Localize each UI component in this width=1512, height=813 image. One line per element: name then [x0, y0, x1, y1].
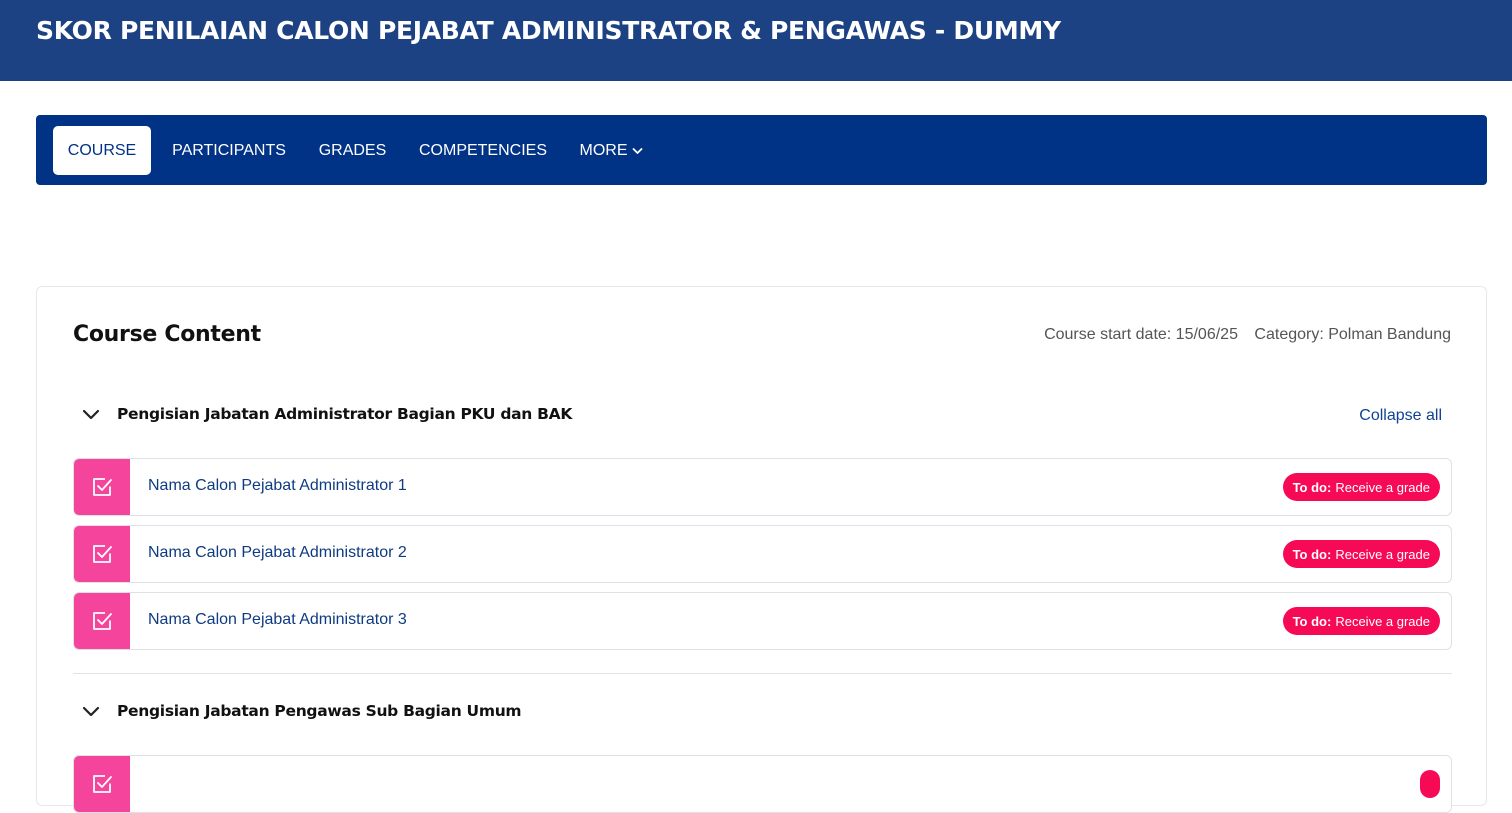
todo-label: To do: — [1292, 546, 1332, 562]
tab-more-label: MORE — [579, 141, 628, 159]
tab-course-label: COURSE — [67, 141, 137, 159]
checkbox-assignment-icon — [74, 756, 130, 812]
activity-row[interactable]: Nama Calon Pejabat Administrator 3 To do… — [73, 592, 1452, 650]
tab-course[interactable]: COURSE — [53, 126, 151, 175]
activity-link[interactable]: Nama Calon Pejabat Administrator 1 — [148, 477, 407, 495]
course-category: Category: Polman Bandung — [1254, 326, 1451, 343]
todo-text: Receive a grade — [1335, 546, 1430, 562]
todo-badge: To do: Receive a grade — [1282, 540, 1440, 568]
tab-grades[interactable]: GRADES — [310, 126, 395, 175]
chevron-down-icon — [82, 704, 100, 722]
checkbox-assignment-icon — [74, 593, 130, 649]
course-content-card: Course Content Course start date: 15/06/… — [36, 286, 1487, 813]
activity-link[interactable]: Nama Calon Pejabat Administrator 3 — [148, 611, 407, 629]
section-divider — [73, 673, 1452, 674]
section-1-toggle[interactable] — [81, 406, 101, 426]
section-2-toggle[interactable] — [81, 703, 101, 723]
tab-competencies-label: COMPETENCIES — [418, 141, 547, 159]
todo-label: To do: — [1292, 613, 1332, 629]
section-2-title[interactable]: Pengisian Jabatan Pengawas Sub Bagian Um… — [117, 702, 522, 720]
activity-row[interactable]: Nama Calon Pejabat Administrator 2 To do… — [73, 525, 1452, 583]
course-nav: COURSE PARTICIPANTS GRADES COMPETENCIES … — [36, 115, 1487, 185]
collapse-all-link[interactable]: Collapse all — [1359, 407, 1442, 425]
todo-text: Receive a grade — [1335, 613, 1430, 629]
page-header: SKOR PENILAIAN CALON PEJABAT ADMINISTRAT… — [0, 0, 1512, 81]
chevron-down-icon — [82, 407, 100, 425]
course-content-title: Course Content — [73, 322, 261, 347]
course-start-date: Course start date: 15/06/25 — [1044, 326, 1238, 343]
tab-more[interactable]: MORE — [574, 126, 648, 175]
chevron-down-icon — [632, 147, 643, 155]
tab-participants-label: PARTICIPANTS — [172, 141, 286, 159]
activity-row[interactable] — [73, 755, 1452, 813]
tab-participants[interactable]: PARTICIPANTS — [164, 126, 294, 175]
section-1-title[interactable]: Pengisian Jabatan Administrator Bagian P… — [117, 405, 572, 423]
todo-label: To do: — [1292, 479, 1332, 495]
todo-badge: To do: Receive a grade — [1282, 473, 1440, 501]
todo-badge: To do: Receive a grade — [1282, 607, 1440, 635]
course-meta: Course start date: 15/06/25 Category: Po… — [1044, 326, 1451, 344]
tab-grades-label: GRADES — [318, 141, 387, 159]
activity-link[interactable]: Nama Calon Pejabat Administrator 2 — [148, 544, 407, 562]
todo-badge — [1420, 770, 1440, 798]
checkbox-assignment-icon — [74, 526, 130, 582]
activity-row[interactable]: Nama Calon Pejabat Administrator 1 To do… — [73, 458, 1452, 516]
checkbox-assignment-icon — [74, 459, 130, 515]
tab-competencies[interactable]: COMPETENCIES — [412, 126, 554, 175]
todo-text: Receive a grade — [1335, 479, 1430, 495]
page-title: SKOR PENILAIAN CALON PEJABAT ADMINISTRAT… — [36, 16, 1061, 45]
